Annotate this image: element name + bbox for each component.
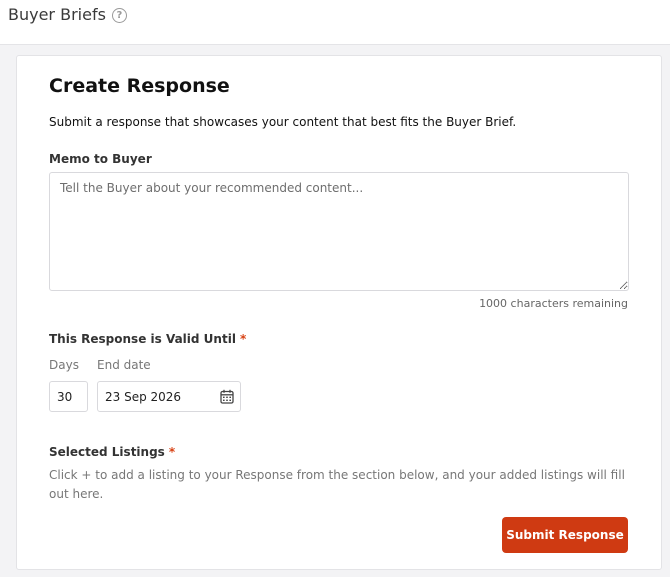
days-input[interactable]: 30 — [49, 381, 88, 412]
question-circle-icon[interactable]: ? — [111, 8, 127, 23]
create-response-card: Create Response Submit a response that s… — [16, 55, 662, 570]
memo-textarea[interactable] — [49, 172, 629, 291]
days-label: Days — [49, 358, 79, 372]
valid-until-text: This Response is Valid Until — [49, 332, 236, 346]
valid-until-label: This Response is Valid Until * — [49, 332, 246, 346]
form-title: Create Response — [49, 75, 230, 97]
selected-listings-text: Selected Listings — [49, 445, 165, 459]
end-date-value: 23 Sep 2026 — [105, 389, 182, 404]
calendar-icon[interactable] — [220, 389, 234, 404]
listings-hint: Click + to add a listing to your Respons… — [49, 468, 625, 501]
days-value: 30 — [57, 389, 73, 404]
selected-listings-label: Selected Listings * — [49, 445, 175, 459]
required-marker: * — [168, 445, 176, 459]
required-marker: * — [239, 332, 247, 346]
page-header: Buyer Briefs ? — [8, 5, 127, 24]
page-title: Buyer Briefs — [8, 5, 106, 24]
character-counter: 1000 characters remaining — [479, 297, 628, 310]
top-bar: Buyer Briefs ? — [0, 0, 670, 45]
memo-label: Memo to Buyer — [49, 152, 152, 166]
submit-response-button[interactable]: Submit Response — [502, 517, 628, 553]
end-date-input[interactable]: 23 Sep 2026 — [97, 381, 241, 412]
form-intro: Submit a response that showcases your co… — [49, 115, 517, 129]
end-date-label: End date — [97, 358, 151, 372]
